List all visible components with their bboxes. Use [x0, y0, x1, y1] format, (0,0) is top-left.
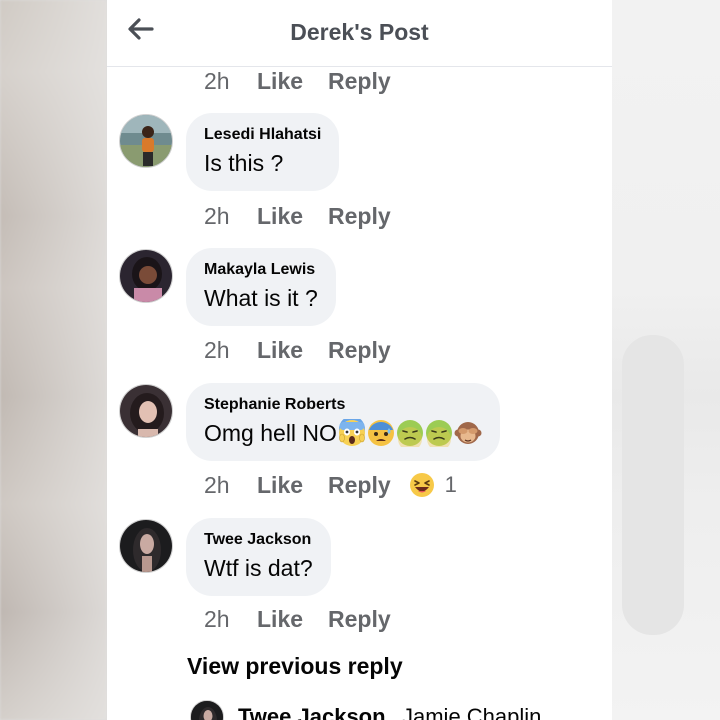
comment-bubble: Stephanie Roberts Omg hell NO — [186, 383, 500, 461]
anxious-face-emoji — [367, 420, 394, 446]
reply-preview[interactable]: Twee Jackson Jamie Chaplin — [190, 700, 610, 720]
laughing-face-icon — [409, 473, 434, 497]
nauseated-face-emoji — [396, 420, 423, 447]
comment-actions: 2h Like Reply — [204, 201, 391, 231]
reply-button[interactable]: Reply — [328, 203, 391, 230]
reaction-count: 1 — [444, 472, 457, 497]
post-comments-screen: Derek's Post 2h Like Reply Lesedi Hlahat… — [107, 0, 612, 720]
blurred-background-right — [612, 0, 720, 720]
screaming-face-emoji — [338, 419, 365, 446]
comment-text-value: Omg hell NO — [204, 420, 337, 446]
avatar[interactable] — [119, 519, 173, 573]
comment-time: 2h — [204, 202, 230, 229]
comment-actions: 2h Like Reply — [204, 66, 391, 96]
like-button[interactable]: Like — [257, 472, 328, 499]
comment-text: Wtf is dat? — [204, 555, 313, 581]
comment-author[interactable]: Makayla Lewis — [204, 260, 318, 280]
like-button[interactable]: Like — [257, 337, 328, 364]
comment-author[interactable]: Lesedi Hlahatsi — [204, 125, 321, 145]
reply-button[interactable]: Reply — [328, 68, 391, 95]
comment-time: 2h — [204, 67, 230, 94]
reply-text: Jamie Chaplin — [402, 704, 542, 720]
comment-time: 2h — [204, 605, 230, 632]
avatar[interactable] — [119, 384, 173, 438]
comment-text: Is this ? — [204, 150, 284, 176]
page-title: Derek's Post — [290, 19, 429, 45]
comment-time: 2h — [204, 471, 230, 498]
blurred-background-left — [0, 0, 107, 720]
blurred-shape — [622, 335, 684, 635]
comment-time: 2h — [204, 336, 230, 363]
comment-text: Omg hell NO — [204, 418, 482, 448]
comment-bubble: Twee Jackson Wtf is dat? — [186, 518, 331, 596]
comment-author[interactable]: Stephanie Roberts — [204, 395, 482, 415]
comment-author[interactable]: Twee Jackson — [204, 530, 313, 550]
avatar[interactable] — [190, 700, 224, 720]
avatar[interactable] — [119, 249, 173, 303]
like-button[interactable]: Like — [257, 68, 328, 95]
reply-author: Twee Jackson — [238, 704, 386, 720]
comment-bubble: Lesedi Hlahatsi Is this ? — [186, 113, 340, 191]
comment-actions: 2h Like Reply — [204, 604, 391, 634]
see-no-evil-monkey-emoji — [454, 422, 482, 444]
comment-actions: 2h Like Reply 1 — [204, 470, 457, 500]
comment-bubble: Makayla Lewis What is it ? — [186, 248, 336, 326]
top-bar: Derek's Post — [107, 0, 612, 67]
reply-button[interactable]: Reply — [328, 337, 391, 364]
view-previous-reply-link[interactable]: View previous reply — [187, 653, 403, 680]
reply-button[interactable]: Reply — [328, 606, 391, 633]
comment-text: What is it ? — [204, 285, 318, 311]
comment-actions: 2h Like Reply — [204, 335, 391, 365]
nauseated-face-emoji — [425, 420, 452, 447]
like-button[interactable]: Like — [257, 606, 328, 633]
avatar[interactable] — [119, 114, 173, 168]
like-button[interactable]: Like — [257, 203, 328, 230]
reply-button[interactable]: Reply — [328, 472, 391, 499]
reaction-summary[interactable]: 1 — [409, 472, 457, 498]
